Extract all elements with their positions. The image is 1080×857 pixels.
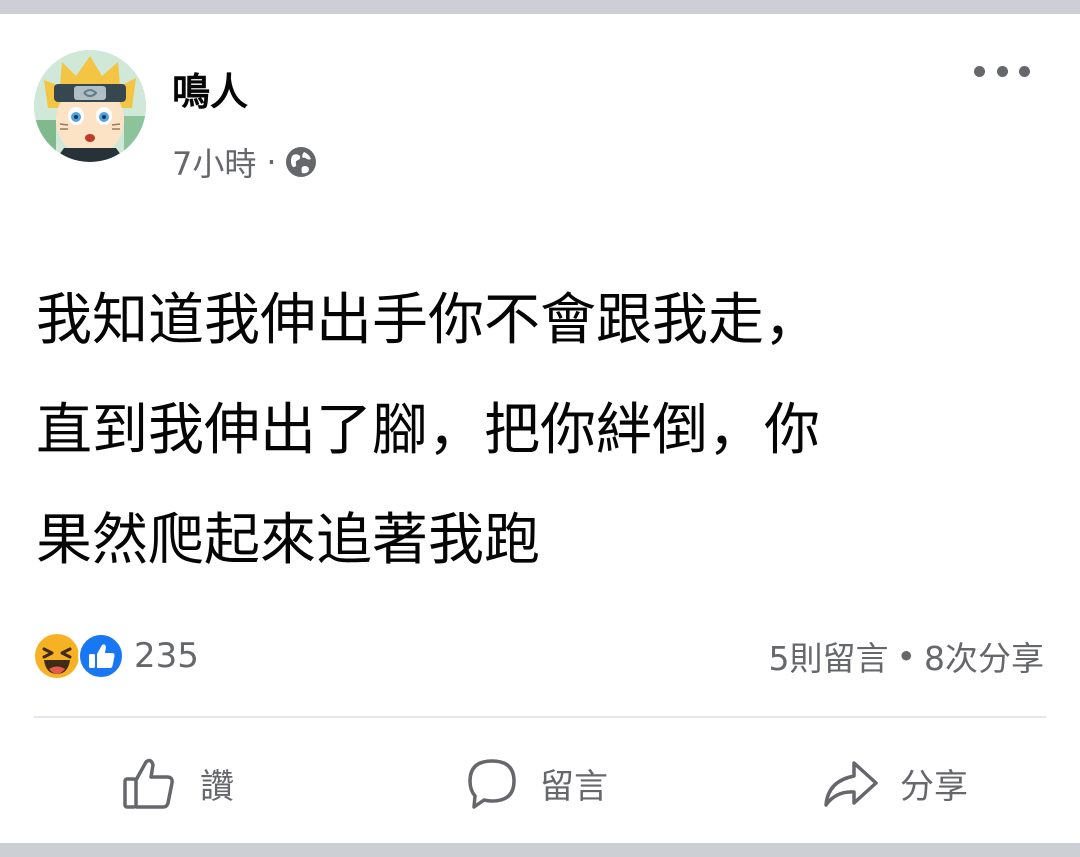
- share-button[interactable]: 分享: [822, 746, 968, 820]
- post-text: 我知道我伸出手你不會跟我走， 直到我伸出了腳，把你絆倒，你 果然爬起來追著我跑: [36, 266, 1036, 596]
- thumbs-up-icon: [123, 758, 174, 809]
- meta-separator: ·: [266, 143, 277, 181]
- post-card: 鳴人 7小時 · 我知道我伸出手你不會跟我走， 直到我伸出了腳，把你絆倒，你 果…: [0, 14, 1080, 843]
- like-label: 讚: [200, 766, 234, 807]
- comment-count-link[interactable]: 5則留言: [769, 632, 889, 680]
- share-count-link[interactable]: 8次分享: [924, 632, 1044, 680]
- like-icon: [78, 633, 124, 679]
- avatar-image: [34, 50, 146, 162]
- more-options-button[interactable]: [974, 58, 1030, 84]
- avatar[interactable]: [34, 50, 146, 162]
- post-text-line: 果然爬起來追著我跑: [36, 508, 540, 573]
- more-dot: [1019, 65, 1030, 77]
- globe-icon: [285, 147, 316, 177]
- more-dot: [974, 65, 985, 77]
- share-icon: [824, 761, 878, 807]
- comment-label: 留言: [540, 766, 608, 807]
- reaction-icons: [34, 632, 128, 680]
- reactions-summary[interactable]: 235: [34, 632, 199, 680]
- like-button[interactable]: 讚: [120, 746, 234, 820]
- author-name[interactable]: 鳴人: [172, 70, 248, 114]
- post-text-line: 直到我伸出了腳，把你絆倒，你: [36, 398, 820, 463]
- post-stats: 5則留言 • 8次分享: [769, 632, 1044, 680]
- stats-separator: •: [896, 636, 916, 676]
- post-actions: 讚 留言 分享: [0, 746, 1080, 820]
- post-time[interactable]: 7小時: [172, 139, 256, 185]
- reaction-count: 235: [134, 636, 199, 676]
- comment-button[interactable]: 留言: [464, 746, 608, 820]
- post-text-line: 我知道我伸出手你不會跟我走，: [36, 288, 820, 353]
- post-meta: 7小時 ·: [172, 139, 317, 185]
- more-dot: [996, 65, 1008, 77]
- share-label: 分享: [900, 766, 968, 807]
- comment-icon: [468, 759, 516, 809]
- haha-icon: [35, 634, 79, 678]
- divider: [34, 716, 1046, 718]
